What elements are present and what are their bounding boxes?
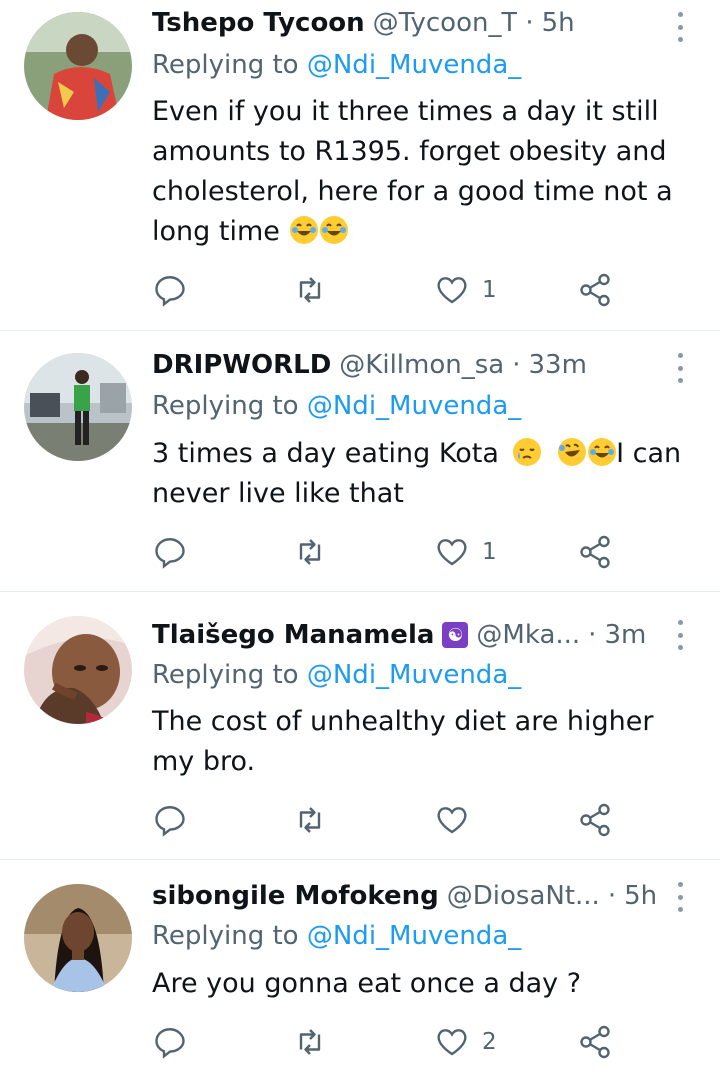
more-options-icon[interactable] xyxy=(670,10,690,44)
share-button[interactable] xyxy=(577,1022,613,1062)
reply-icon xyxy=(155,1028,185,1059)
heart-icon xyxy=(437,277,467,304)
tweet-actions xyxy=(152,800,632,840)
replying-to: Replying to @Ndi_Muvenda_ xyxy=(152,50,521,80)
yin-yang-badge-icon: ☯ xyxy=(442,622,469,648)
retweet-button[interactable] xyxy=(292,532,328,572)
tears-of-joy-emoji-icon xyxy=(320,216,349,244)
tweet-header: Tshepo Tycoon @Tycoon_T · 5h xyxy=(152,4,672,42)
replying-to-label: Replying to xyxy=(152,921,299,951)
tweet-1[interactable]: Tshepo Tycoon @Tycoon_T · 5h Replying to… xyxy=(0,0,720,331)
retweet-icon xyxy=(299,539,321,565)
timestamp[interactable]: 5h xyxy=(624,881,657,911)
more-options-icon[interactable] xyxy=(670,618,690,652)
avatar[interactable] xyxy=(24,884,132,992)
reply-button[interactable] xyxy=(152,800,188,840)
tweet-4[interactable]: sibongile Mofokeng @DiosaNt... · 5h Repl… xyxy=(0,860,720,1085)
share-button[interactable] xyxy=(577,532,613,572)
reply-mention-link[interactable]: @Ndi_Muvenda_ xyxy=(307,50,521,80)
author-name[interactable]: sibongile Mofokeng xyxy=(152,881,439,911)
tweet-text-block: Even if you it three times a day it stil… xyxy=(152,92,697,252)
author-name[interactable]: Tlaišego Manamela xyxy=(152,620,434,650)
author-handle[interactable]: @Mka... xyxy=(476,620,580,650)
share-button[interactable] xyxy=(577,800,613,840)
reply-mention-link[interactable]: @Ndi_Muvenda_ xyxy=(307,921,521,951)
retweet-button[interactable] xyxy=(292,1022,328,1062)
like-count: 1 xyxy=(482,277,497,303)
reply-icon xyxy=(155,276,185,307)
author-handle[interactable]: @DiosaNt... xyxy=(447,881,600,911)
more-options-icon[interactable] xyxy=(670,880,690,914)
author-handle[interactable]: @Killmon_sa xyxy=(339,350,504,380)
tweet-actions: 2 xyxy=(152,1022,632,1062)
reply-mention-link[interactable]: @Ndi_Muvenda_ xyxy=(307,391,521,421)
rolling-on-floor-laughing-emoji-icon xyxy=(558,438,587,466)
tweet-2[interactable]: DRIPWORLD @Killmon_sa · 33m Replying to … xyxy=(0,331,720,592)
tears-of-joy-emoji-icon xyxy=(588,438,617,466)
replying-to: Replying to @Ndi_Muvenda_ xyxy=(152,391,521,421)
tweet-header: DRIPWORLD @Killmon_sa · 33m xyxy=(152,346,672,384)
tweet-text-part-1: 3 times a day eating Kota xyxy=(152,438,499,469)
retweet-icon xyxy=(299,807,321,833)
tweet-header: Tlaišego Manamela ☯ @Mka... · 3m xyxy=(152,616,672,654)
heart-icon xyxy=(437,1029,467,1056)
reply-icon xyxy=(155,538,185,569)
reply-button[interactable] xyxy=(152,270,188,310)
share-button[interactable] xyxy=(577,270,613,310)
avatar[interactable] xyxy=(24,12,132,120)
reply-button[interactable] xyxy=(152,532,188,572)
separator: · xyxy=(607,881,617,911)
tweet-text: Even if you it three times a day it stil… xyxy=(152,96,673,247)
tweet-actions: 1 xyxy=(152,532,632,572)
author-name[interactable]: DRIPWORLD xyxy=(152,350,331,380)
author-name[interactable]: Tshepo Tycoon xyxy=(152,8,365,38)
replying-to-label: Replying to xyxy=(152,391,299,421)
separator: · xyxy=(588,620,597,650)
retweet-icon xyxy=(299,277,321,303)
timestamp[interactable]: 3m xyxy=(604,620,646,650)
tweet-3[interactable]: Tlaišego Manamela ☯ @Mka... · 3m Replyin… xyxy=(0,592,720,860)
replying-to: Replying to @Ndi_Muvenda_ xyxy=(152,921,521,951)
tweet-header: sibongile Mofokeng @DiosaNt... · 5h xyxy=(152,877,672,915)
heart-icon xyxy=(437,807,467,834)
retweet-icon xyxy=(299,1029,321,1055)
tweet-text: Are you gonna eat once a day ? xyxy=(152,968,582,999)
retweet-button[interactable] xyxy=(292,270,328,310)
share-icon xyxy=(580,803,610,837)
like-count: 1 xyxy=(482,539,497,565)
avatar[interactable] xyxy=(24,353,132,461)
tears-of-joy-emoji-icon xyxy=(290,216,319,244)
sleepy-face-emoji-icon xyxy=(513,438,542,466)
heart-icon xyxy=(437,539,467,566)
timestamp[interactable]: 33m xyxy=(528,350,586,380)
separator: · xyxy=(512,350,521,380)
separator: · xyxy=(525,8,534,38)
like-button[interactable]: 2 xyxy=(434,1022,497,1062)
replying-to: Replying to @Ndi_Muvenda_ xyxy=(152,660,521,690)
like-button[interactable]: 1 xyxy=(434,532,497,572)
share-icon xyxy=(580,273,610,307)
tweet-actions: 1 xyxy=(152,270,632,310)
retweet-button[interactable] xyxy=(292,800,328,840)
more-options-icon[interactable] xyxy=(670,351,690,385)
tweet-text-block: 3 times a day eating Kota I can never li… xyxy=(152,434,697,514)
share-icon xyxy=(580,535,610,569)
like-button[interactable]: 1 xyxy=(434,270,497,310)
like-count: 2 xyxy=(482,1029,497,1055)
tweet-text: The cost of unhealthy diet are higher my… xyxy=(152,706,654,777)
reply-icon xyxy=(155,806,185,837)
timestamp[interactable]: 5h xyxy=(542,8,575,38)
author-handle[interactable]: @Tycoon_T xyxy=(373,8,518,38)
avatar[interactable] xyxy=(24,616,132,724)
share-icon xyxy=(580,1025,610,1059)
replying-to-label: Replying to xyxy=(152,50,299,80)
reply-mention-link[interactable]: @Ndi_Muvenda_ xyxy=(307,660,521,690)
like-button[interactable] xyxy=(434,800,482,840)
reply-button[interactable] xyxy=(152,1022,188,1062)
replying-to-label: Replying to xyxy=(152,660,299,690)
